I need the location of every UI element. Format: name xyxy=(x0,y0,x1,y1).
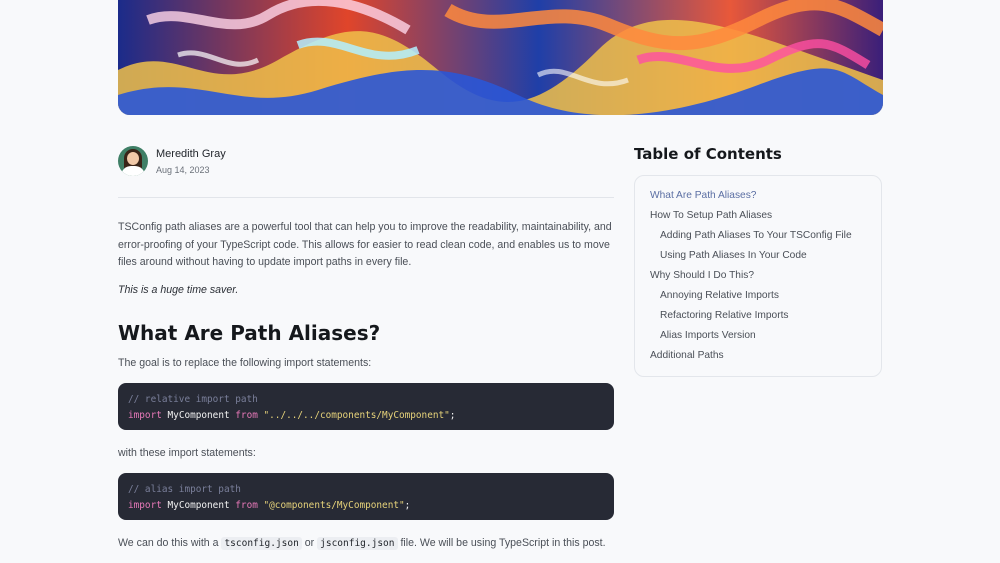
code-string: "../../../components/MyComponent" xyxy=(263,410,450,421)
code-keyword: import xyxy=(128,410,162,421)
post-date: Aug 14, 2023 xyxy=(156,165,210,175)
text-fragment: file. We will be using TypeScript in thi… xyxy=(400,537,606,549)
code-keyword: from xyxy=(235,500,258,511)
toc-title: Table of Contents xyxy=(634,145,782,163)
section-heading: What Are Path Aliases? xyxy=(118,321,381,345)
toc-link-what-are-path-aliases[interactable]: What Are Path Aliases? xyxy=(635,189,881,209)
text-fragment: We can do this with a xyxy=(118,537,219,549)
article-body: TSConfig path aliases are a powerful too… xyxy=(118,219,614,299)
hero-image xyxy=(118,0,883,115)
code-identifier: MyComponent xyxy=(167,410,230,421)
code-punct: ; xyxy=(449,410,456,421)
code-comment: // relative import path xyxy=(128,394,258,405)
emphasis-paragraph: This is a huge time saver. xyxy=(118,283,239,296)
author-block: Meredith Gray Aug 14, 2023 xyxy=(118,146,226,176)
table-of-contents: What Are Path Aliases? How To Setup Path… xyxy=(634,175,882,377)
toc-link-why-should-i[interactable]: Why Should I Do This? xyxy=(635,269,881,289)
inline-code-jsconfig: jsconfig.json xyxy=(317,537,398,550)
toc-link-using-path-aliases[interactable]: Using Path Aliases In Your Code xyxy=(635,249,881,269)
hero-abstract-art xyxy=(118,0,883,115)
toc-link-refactoring-relative[interactable]: Refactoring Relative Imports xyxy=(635,309,881,329)
code-string: "@components/MyComponent" xyxy=(263,500,405,511)
author-avatar xyxy=(118,146,148,176)
with-paragraph: with these import statements: xyxy=(118,447,256,459)
code-block-alias: // alias import path import MyComponent … xyxy=(118,473,614,520)
intro-paragraph: TSConfig path aliases are a powerful too… xyxy=(118,221,612,268)
divider xyxy=(118,197,614,198)
goal-paragraph: The goal is to replace the following imp… xyxy=(118,357,372,369)
toc-link-additional-paths[interactable]: Additional Paths xyxy=(635,349,881,369)
author-name: Meredith Gray xyxy=(156,148,226,160)
code-keyword: from xyxy=(235,410,258,421)
toc-link-annoying-relative[interactable]: Annoying Relative Imports xyxy=(635,289,881,309)
code-identifier: MyComponent xyxy=(167,500,230,511)
config-paragraph: We can do this with a tsconfig.json or j… xyxy=(118,537,606,550)
code-comment: // alias import path xyxy=(128,484,241,495)
code-block-relative: // relative import path import MyCompone… xyxy=(118,383,614,430)
toc-link-adding-path-aliases[interactable]: Adding Path Aliases To Your TSConfig Fil… xyxy=(635,229,881,249)
toc-link-how-to-setup[interactable]: How To Setup Path Aliases xyxy=(635,209,881,229)
code-punct: ; xyxy=(404,500,411,511)
toc-link-alias-imports-version[interactable]: Alias Imports Version xyxy=(635,329,881,349)
inline-code-tsconfig: tsconfig.json xyxy=(221,537,302,550)
text-fragment: or xyxy=(304,537,315,549)
code-keyword: import xyxy=(128,500,162,511)
